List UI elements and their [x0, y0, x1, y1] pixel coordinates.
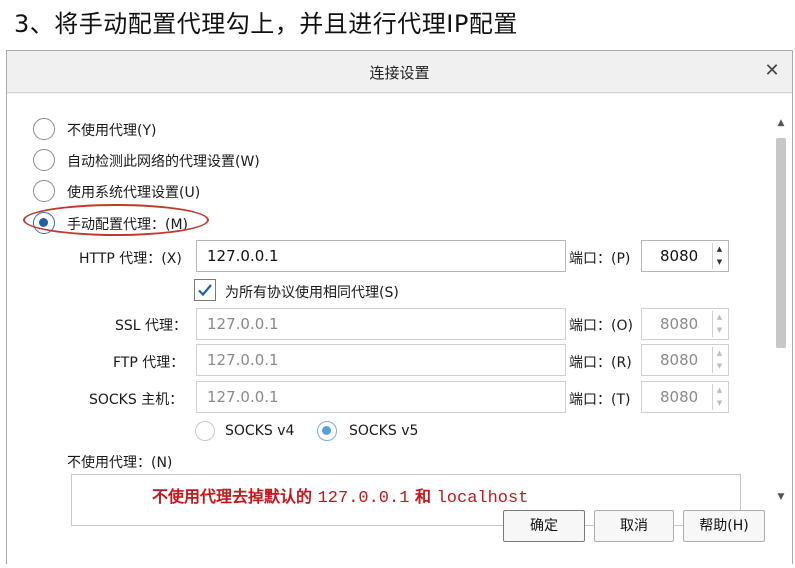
system-proxy-radio[interactable] — [33, 180, 55, 202]
annotation-and: 和 — [415, 487, 432, 506]
ssl-proxy-input[interactable]: 127.0.0.1 — [196, 308, 566, 340]
ssl-port-stepper[interactable]: 8080 ▲ ▼ — [641, 308, 729, 340]
ssl-port-value: 8080 — [660, 315, 699, 333]
checkmark-icon — [198, 284, 212, 297]
annotation-cn: 不使用代理去掉默认的 — [152, 487, 313, 506]
annotation-host: localhost — [436, 489, 529, 508]
ftp-proxy-input[interactable]: 127.0.0.1 — [196, 344, 566, 376]
tutorial-heading: 3、将手动配置代理勾上，并且进行代理IP配置 — [14, 10, 518, 38]
socks-host-input[interactable]: 127.0.0.1 — [196, 381, 566, 413]
stepper-up-icon: ▲ — [716, 313, 723, 321]
http-port-label: 端口：(P) — [569, 251, 631, 267]
socks-v5-radio[interactable] — [317, 421, 337, 441]
red-annotation: 不使用代理去掉默认的 127.0.0.1 和 localhost — [152, 483, 528, 508]
dialog-content: 不使用代理(Y) 自动检测此网络的代理设置(W) 使用系统代理设置(U) 手动配… — [7, 94, 792, 564]
socks-v5-label[interactable]: SOCKS v5 — [349, 423, 418, 439]
stepper-arrows[interactable]: ▲ ▼ — [712, 243, 726, 269]
dialog-title: 连接设置 — [369, 64, 430, 82]
stepper-arrows: ▲ ▼ — [712, 311, 726, 337]
cancel-button[interactable]: 取消 — [594, 510, 674, 542]
http-port-stepper[interactable]: 8080 ▲ ▼ — [641, 240, 729, 272]
ftp-port-value: 8080 — [660, 351, 699, 369]
auto-detect-label[interactable]: 自动检测此网络的代理设置(W) — [67, 151, 260, 171]
dialog-titlebar: 连接设置 ✕ — [7, 51, 792, 93]
same-proxy-label[interactable]: 为所有协议使用相同代理(S) — [225, 282, 399, 302]
same-proxy-checkbox[interactable] — [194, 279, 216, 301]
stepper-up-icon: ▲ — [716, 386, 723, 394]
scrollbar-thumb[interactable] — [776, 138, 786, 348]
no-proxy-radio[interactable] — [33, 118, 55, 140]
annotation-ip: 127.0.0.1 — [317, 489, 410, 508]
stepper-up-icon[interactable]: ▲ — [713, 243, 726, 256]
stepper-arrows: ▲ ▼ — [712, 347, 726, 373]
vertical-scrollbar[interactable]: ▲ ▼ — [772, 114, 790, 506]
no-proxy-label[interactable]: 不使用代理(Y) — [67, 120, 156, 140]
socks-port-value: 8080 — [660, 388, 699, 406]
stepper-down-icon: ▼ — [716, 399, 723, 407]
stepper-arrows: ▲ ▼ — [712, 384, 726, 410]
ftp-proxy-label: FTP 代理： — [113, 355, 185, 371]
stepper-up-icon: ▲ — [716, 349, 723, 357]
socks-v4-radio[interactable] — [195, 421, 215, 441]
stepper-down-icon: ▼ — [716, 326, 723, 334]
http-proxy-input[interactable]: 127.0.0.1 — [196, 240, 566, 272]
stepper-down-icon[interactable]: ▼ — [713, 256, 726, 269]
ftp-port-label: 端口：(R) — [569, 355, 632, 371]
help-button[interactable]: 帮助(H) — [683, 510, 765, 542]
scroll-up-icon[interactable]: ▲ — [772, 114, 790, 132]
system-proxy-label[interactable]: 使用系统代理设置(U) — [67, 182, 200, 202]
stepper-down-icon: ▼ — [716, 362, 723, 370]
ssl-proxy-label: SSL 代理： — [115, 318, 188, 334]
ok-button[interactable]: 确定 — [503, 510, 585, 542]
no-proxy-for-label: 不使用代理：(N) — [67, 455, 173, 471]
socks-v4-label[interactable]: SOCKS v4 — [225, 423, 294, 439]
close-icon[interactable]: ✕ — [760, 59, 784, 83]
socks-host-label: SOCKS 主机： — [89, 392, 184, 408]
http-proxy-label: HTTP 代理：(X) — [79, 251, 182, 267]
connection-settings-dialog: 连接设置 ✕ 不使用代理(Y) 自动检测此网络的代理设置(W) 使用系统代理设置… — [6, 50, 793, 564]
ftp-port-stepper[interactable]: 8080 ▲ ▼ — [641, 344, 729, 376]
ssl-port-label: 端口：(O) — [569, 318, 633, 334]
red-highlight-oval — [23, 204, 209, 236]
socks-port-stepper[interactable]: 8080 ▲ ▼ — [641, 381, 729, 413]
socks-port-label: 端口：(T) — [569, 392, 631, 408]
scroll-down-icon[interactable]: ▼ — [772, 488, 790, 506]
auto-detect-radio[interactable] — [33, 149, 55, 171]
http-port-value: 8080 — [660, 247, 699, 265]
